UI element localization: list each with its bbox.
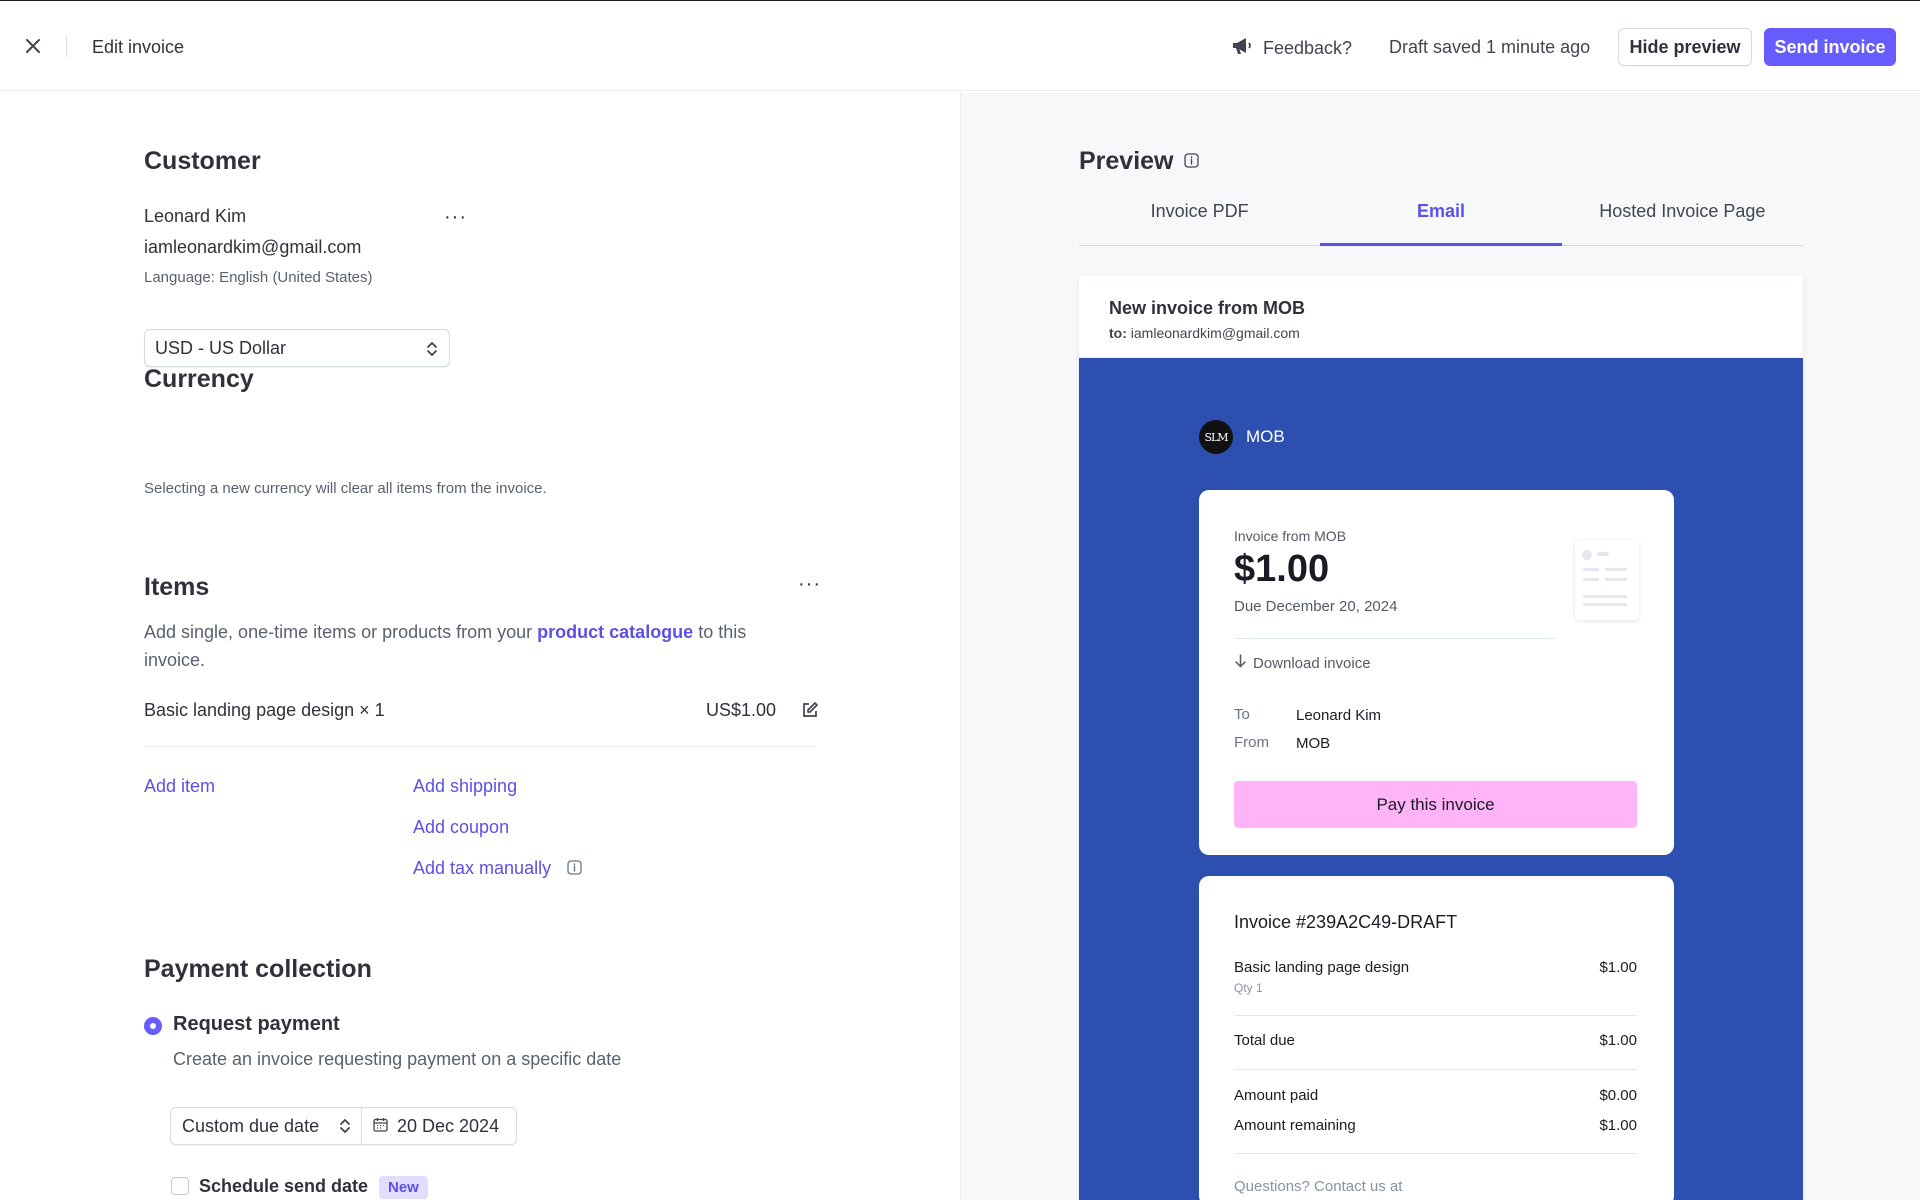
chevron-up-down-icon [425,339,439,364]
to-label: to: [1109,325,1127,341]
items-menu-button[interactable]: ··· [798,574,821,594]
total-due-row: Total due $1.00 [1234,1032,1637,1049]
amount-paid-label: Amount paid [1234,1087,1319,1104]
line-item-name: Basic landing page design × 1 [144,700,385,720]
edit-icon[interactable] [801,701,819,724]
invoice-number: Invoice #239A2C49-DRAFT [1234,912,1458,932]
questions-text: Questions? Contact us at [1234,1178,1403,1195]
request-payment-desc: Create an invoice requesting payment on … [173,1049,622,1069]
from-row-value: MOB [1296,735,1331,752]
currency-heading: Currency [144,365,254,393]
amount-remaining-row: Amount remaining $1.00 [1234,1117,1637,1134]
add-tax-link[interactable]: Add tax manually [413,858,551,879]
brand-logo: SLM [1199,420,1233,454]
preview-heading: Preview [1079,147,1174,175]
invoice-amount: $1.00 [1234,548,1330,590]
divider [144,746,816,747]
page-title: Edit invoice [92,37,185,57]
preview-tabs: Invoice PDF Email Hosted Invoice Page [1079,191,1803,246]
chevron-up-down-icon [338,1116,352,1141]
line-item-qty: Qty 1 [1234,981,1263,995]
customer-email: iamleonardkim@gmail.com [144,237,362,257]
email-subject: New invoice from MOB [1109,298,1306,318]
request-payment-radio[interactable] [144,1017,162,1035]
email-header: New invoice from MOB to: iamleonardkim@g… [1079,276,1803,358]
divider [1234,1153,1637,1154]
feedback-label: Feedback? [1263,38,1353,58]
amount-remaining-label: Amount remaining [1234,1117,1356,1134]
add-coupon-link[interactable]: Add coupon [413,817,509,838]
to-row-label: To [1234,706,1250,723]
tab-hosted-invoice-page[interactable]: Hosted Invoice Page [1562,191,1803,245]
hide-preview-button[interactable]: Hide preview [1618,28,1752,66]
due-type-select[interactable]: Custom due date [171,1108,362,1144]
close-icon[interactable] [22,35,44,57]
currency-select[interactable]: USD - US Dollar [144,329,450,367]
add-shipping-link[interactable]: Add shipping [413,776,517,797]
customer-menu-button[interactable]: ··· [444,207,467,227]
draft-status: Draft saved 1 minute ago [1389,37,1591,57]
currency-value: USD - US Dollar [155,337,287,358]
tab-email[interactable]: Email [1320,191,1562,246]
line-item-amount: $1.00 [1599,959,1637,976]
due-date-control: Custom due date 20 Dec 2024 [170,1107,517,1145]
schedule-send-checkbox[interactable] [171,1177,189,1195]
brand-name: MOB [1246,427,1285,446]
email-recipient: to: iamleonardkim@gmail.com [1109,325,1803,341]
document-icon [1575,540,1639,620]
product-catalogue-link[interactable]: product catalogue [537,622,693,642]
amount-paid-value: $0.00 [1599,1087,1637,1104]
line-item-row: Basic landing page design $1.00 [1234,959,1637,976]
customer-language: Language: English (United States) [144,269,373,286]
items-desc-text: Add single, one-time items or products f… [144,622,538,642]
items-description: Add single, one-time items or products f… [144,618,784,674]
megaphone-icon [1231,36,1253,61]
payment-heading: Payment collection [144,955,372,983]
invoice-summary-card: Invoice from MOB $1.00 Due December 20, … [1199,490,1674,855]
amount-paid-row: Amount paid $0.00 [1234,1087,1637,1104]
total-due-label: Total due [1234,1032,1295,1049]
info-icon[interactable] [1184,153,1199,173]
items-heading: Items [144,573,210,601]
amount-remaining-value: $1.00 [1599,1117,1637,1134]
invoice-due: Due December 20, 2024 [1234,598,1398,615]
currency-help: Selecting a new currency will clear all … [144,480,547,497]
new-badge: New [379,1176,428,1199]
divider [1234,1069,1637,1070]
total-due-value: $1.00 [1599,1032,1637,1049]
schedule-send-label: Schedule send date [199,1176,369,1196]
from-row-label: From [1234,734,1269,751]
calendar-icon [373,1116,388,1137]
top-bar: Edit invoice Feedback? Draft saved 1 min… [0,0,1920,91]
to-value: iamleonardkim@gmail.com [1130,325,1300,341]
customer-heading: Customer [144,147,261,175]
download-invoice-label: Download invoice [1253,654,1371,672]
request-payment-label: Request payment [173,1013,340,1035]
pay-invoice-button[interactable]: Pay this invoice [1234,781,1637,828]
divider [1234,638,1556,639]
due-date-input[interactable]: 20 Dec 2024 [362,1108,516,1144]
brand: SLM MOB [1199,420,1285,454]
feedback-button[interactable]: Feedback? [1231,36,1352,61]
line-item-amount: US$1.00 [706,700,777,720]
add-item-link[interactable]: Add item [144,776,215,797]
customer-name: Leonard Kim [144,206,247,226]
divider [1234,1015,1637,1016]
invoice-from: Invoice from MOB [1234,528,1347,544]
line-item-name: Basic landing page design [1234,959,1410,976]
tab-invoice-pdf[interactable]: Invoice PDF [1079,191,1320,245]
due-date-value: 20 Dec 2024 [397,1115,500,1136]
send-invoice-button[interactable]: Send invoice [1764,28,1896,66]
download-invoice-link[interactable]: Download invoice [1234,654,1371,672]
to-row-value: Leonard Kim [1296,707,1382,724]
due-type-value: Custom due date [182,1115,320,1136]
invoice-details-card: Invoice #239A2C49-DRAFT Basic landing pa… [1199,876,1674,1200]
arrow-down-icon [1234,654,1247,672]
email-body: SLM MOB Invoice from MOB $1.00 Due Decem… [1079,358,1803,1200]
info-icon [567,860,582,880]
email-preview: New invoice from MOB to: iamleonardkim@g… [1079,276,1803,1200]
divider [66,37,67,57]
